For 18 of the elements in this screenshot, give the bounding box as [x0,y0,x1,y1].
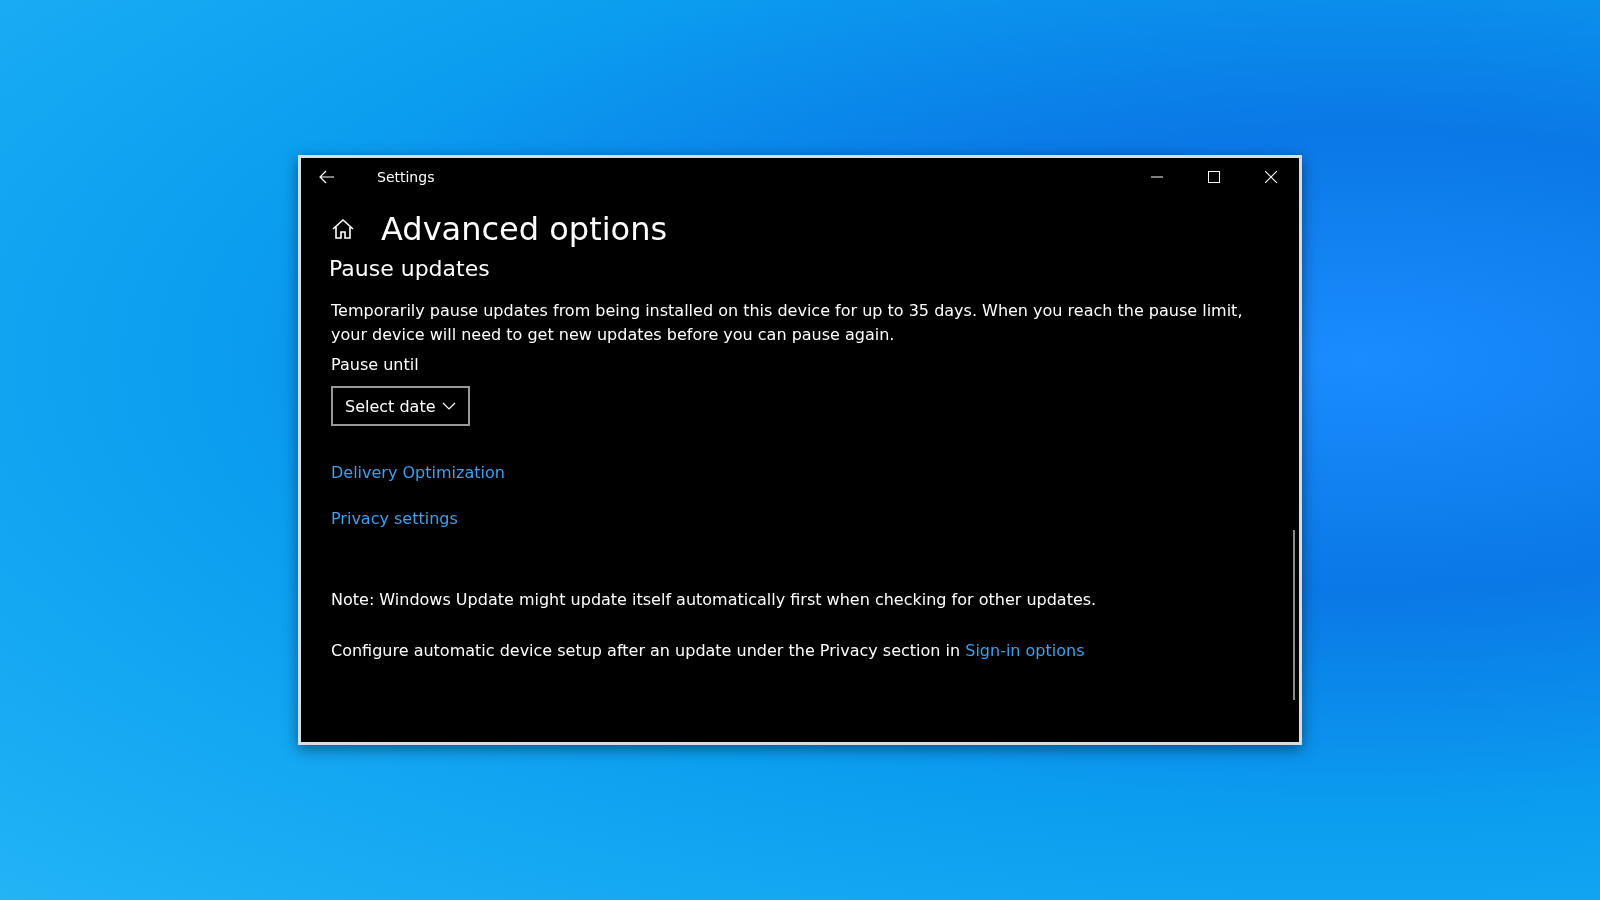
note-text: Configure automatic device setup after an update under the Privacy section in Sign-in options [331,641,1086,660]
section-heading: Pause updates [329,256,490,281]
window-title: Settings [377,169,435,185]
settings-link[interactable]: Privacy settings [331,509,458,528]
date-dropdown[interactable]: Select date [331,386,470,426]
minimize-icon [1150,176,1163,178]
maximize-icon [1207,171,1220,183]
scrollbar[interactable] [1293,530,1295,700]
description-text: Temporarily pause updates from being installed on this device for up to 35 days. When you reach the pause limit, your device will need to get new updates before you can pause again. [331,300,1244,346]
note-text: Note: Windows Update might update itself automatically first when checking for other updates. [331,590,1097,609]
page-title: Advanced options [381,210,668,248]
close-icon [1264,171,1277,183]
chevron-down-icon [442,402,456,410]
field-label: Pause until [331,355,419,374]
back-arrow-icon [319,170,335,184]
sign-in-options-link[interactable]: Sign-in options [965,641,1085,660]
home-icon[interactable] [331,217,355,241]
settings-link[interactable]: Delivery Optimization [331,463,505,482]
